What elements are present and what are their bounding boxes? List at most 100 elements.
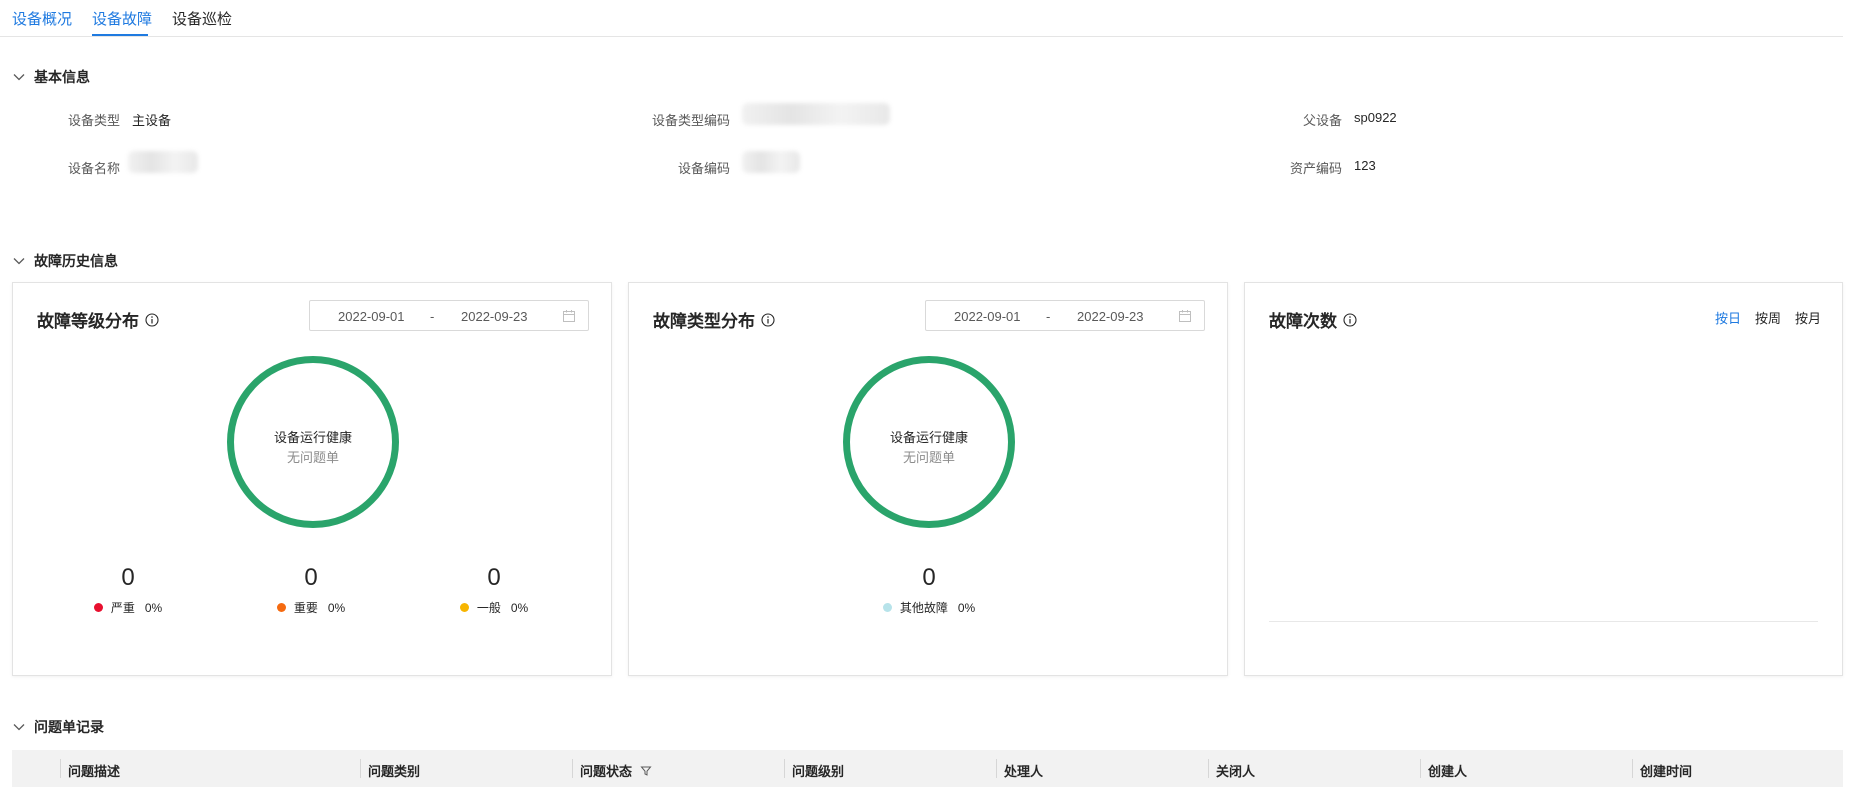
column-header-level[interactable]: 问题级别 [792, 761, 844, 780]
stat-legend: 其他故障 0% [869, 599, 989, 616]
device-type-value: 主设备 [132, 113, 172, 128]
stat-critical: 0 严重 0% [68, 563, 188, 616]
column-divider [360, 759, 361, 778]
stat-legend: 严重 0% [68, 599, 188, 616]
parent-device-label: 父设备 [1302, 113, 1342, 128]
fault-level-title: 故障等级分布 [37, 312, 139, 331]
stat-label: 其他故障 [899, 601, 948, 615]
health-ring: 设备运行健康 无问题单 [227, 356, 399, 528]
calendar-icon[interactable] [562, 309, 576, 323]
stat-label: 一般 [476, 601, 501, 615]
column-header-handler[interactable]: 处理人 [1004, 761, 1043, 780]
section-title: 基本信息 [34, 69, 90, 85]
granularity-day[interactable]: 按日 [1715, 308, 1741, 327]
column-divider [60, 759, 61, 778]
stat-legend: 重要 0% [251, 599, 371, 616]
column-header-status-label: 问题状态 [580, 764, 633, 779]
column-header-category[interactable]: 问题类别 [368, 761, 420, 780]
section-title: 故障历史信息 [34, 253, 118, 269]
granularity-month[interactable]: 按月 [1795, 308, 1821, 327]
stat-percent: 0% [510, 600, 529, 615]
date-end[interactable]: 2022-09-23 [1077, 309, 1144, 324]
chevron-down-icon [13, 258, 25, 265]
column-header-created-time[interactable]: 创建时间 [1640, 761, 1692, 780]
chevron-down-icon [13, 74, 25, 81]
device-code-label: 设备编码 [677, 161, 730, 176]
date-start[interactable]: 2022-09-01 [338, 309, 405, 324]
stat-percent: 0% [957, 600, 976, 615]
info-icon[interactable] [761, 312, 775, 327]
calendar-icon[interactable] [1178, 309, 1192, 323]
stat-percent: 0% [327, 600, 346, 615]
ring-subtitle: 无问题单 [902, 450, 955, 465]
device-name-label: 设备名称 [67, 161, 120, 176]
section-basic-info-header[interactable]: 基本信息 [12, 67, 90, 87]
stat-count: 0 [304, 564, 318, 591]
date-start[interactable]: 2022-09-01 [954, 309, 1021, 324]
stat-count: 0 [121, 564, 135, 591]
column-divider [1632, 759, 1633, 778]
stat-count: 0 [922, 564, 936, 591]
device-type-label: 设备类型 [67, 113, 120, 128]
redacted-device-code [742, 151, 800, 173]
tab-device-overview[interactable]: 设备概况 [12, 8, 72, 29]
fault-count-card: 故障次数 按日 按周 按月 [1244, 282, 1843, 676]
issue-table-header: 问题描述 问题类别 问题状态 问题级别 处理人 关闭人 创建人 创建时间 [12, 750, 1843, 787]
legend-dot [882, 603, 892, 612]
stat-label: 严重 [110, 601, 135, 615]
date-separator: - [1046, 309, 1051, 324]
section-fault-history-header[interactable]: 故障历史信息 [12, 251, 118, 271]
column-divider [1420, 759, 1421, 778]
ring-title: 设备运行健康 [273, 430, 352, 445]
legend-dot [276, 603, 286, 612]
column-divider [1208, 759, 1209, 778]
tab-device-inspection[interactable]: 设备巡检 [172, 8, 232, 29]
stat-other-fault: 0 其他故障 0% [869, 563, 989, 616]
column-divider [784, 759, 785, 778]
stat-percent: 0% [144, 600, 163, 615]
fault-level-card: 故障等级分布 2022-09-01 - 2022-09-23 设备运行健康 无问… [12, 282, 612, 676]
stat-count: 0 [487, 564, 501, 591]
active-tab-indicator [92, 34, 148, 36]
card-title: 故障类型分布 [653, 307, 775, 332]
date-end[interactable]: 2022-09-23 [461, 309, 528, 324]
fault-count-title: 故障次数 [1269, 312, 1337, 331]
section-issue-records-header[interactable]: 问题单记录 [12, 717, 104, 737]
tab-bar: 设备概况 设备故障 设备巡检 [0, 0, 1843, 37]
health-ring: 设备运行健康 无问题单 [843, 356, 1015, 528]
column-header-closer[interactable]: 关闭人 [1216, 761, 1255, 780]
date-separator: - [430, 309, 435, 324]
fault-type-card: 故障类型分布 2022-09-01 - 2022-09-23 设备运行健康 无问… [628, 282, 1228, 676]
column-header-description[interactable]: 问题描述 [68, 761, 120, 780]
ring-subtitle: 无问题单 [286, 450, 339, 465]
ring-title: 设备运行健康 [889, 430, 968, 445]
granularity-week[interactable]: 按周 [1755, 308, 1781, 327]
column-header-status[interactable]: 问题状态 [580, 761, 652, 780]
redacted-device-name [128, 151, 198, 173]
stat-general: 0 一般 0% [434, 563, 554, 616]
chevron-down-icon [13, 724, 25, 731]
info-icon[interactable] [145, 312, 159, 327]
redacted-device-type-code [742, 103, 890, 125]
column-header-creator[interactable]: 创建人 [1428, 761, 1467, 780]
section-title: 问题单记录 [34, 719, 104, 735]
legend-dot [93, 603, 103, 612]
fault-type-title: 故障类型分布 [653, 312, 755, 331]
card-title: 故障等级分布 [37, 307, 159, 332]
stat-major: 0 重要 0% [251, 563, 371, 616]
info-icon[interactable] [1343, 312, 1357, 327]
tab-device-fault[interactable]: 设备故障 [92, 8, 152, 29]
asset-code-label: 资产编码 [1289, 161, 1342, 176]
date-range-picker[interactable]: 2022-09-01 - 2022-09-23 [309, 300, 589, 331]
column-divider [996, 759, 997, 778]
chart-baseline [1269, 621, 1818, 622]
stat-label: 重要 [293, 601, 318, 615]
date-range-picker[interactable]: 2022-09-01 - 2022-09-23 [925, 300, 1205, 331]
legend-dot [459, 603, 469, 612]
device-type-code-label: 设备类型编码 [651, 113, 730, 128]
stat-legend: 一般 0% [434, 599, 554, 616]
filter-icon[interactable] [640, 765, 652, 777]
card-title: 故障次数 [1269, 307, 1357, 332]
parent-device-value: sp0922 [1354, 110, 1397, 125]
asset-code-value: 123 [1354, 158, 1376, 173]
